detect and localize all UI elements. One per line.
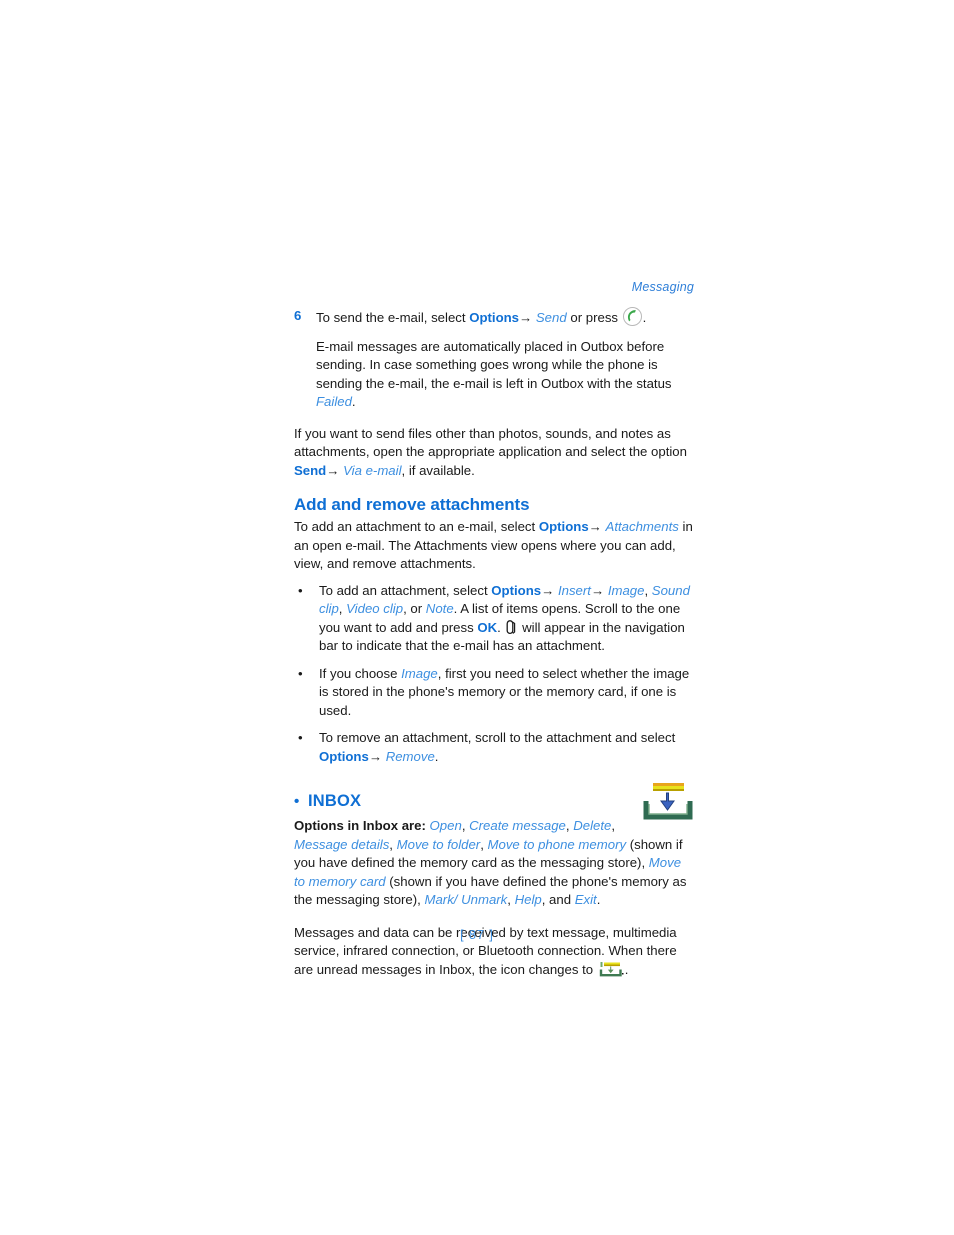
bullet1-text-1: To add an attachment, select [319,582,492,598]
send-command: Send [294,462,327,478]
call-icon [622,307,642,326]
running-header: Messaging [631,280,694,294]
exit-menu-item: Exit [574,892,597,907]
attachment-clip-icon [505,619,516,635]
inbox-unread-icon [598,961,624,978]
mark-unmark-menu-item: Mark/ Unmark [424,892,508,907]
send-menu-item: Send [535,310,567,325]
arrow-glyph: → [326,462,340,478]
insert-menu-item: Insert [557,582,591,598]
attach-note-text-1: If you want to send files other than pho… [294,425,687,460]
bullet-dot: • [298,665,303,681]
ok-command: OK [477,619,498,635]
inbox-icon [642,783,694,823]
move-to-folder-menu-item: Move to folder [396,836,481,852]
list-item: • If you choose Image, first you need to … [294,665,694,721]
arrow-glyph: → [519,310,533,325]
separator: , or [403,601,426,616]
section-intro-paragraph: To add an attachment to an e-mail, selec… [294,518,694,574]
delete-menu-item: Delete [573,818,612,833]
inbox-options-lead: Options in Inbox are: [294,818,430,833]
numbered-step-6: 6 To send the e-mail, select Options→ Se… [294,307,694,412]
step-sub-paragraph: E-mail messages are automatically placed… [316,338,694,412]
step-mid-text: or press [566,310,622,325]
bullet3-text-2: . [434,748,439,764]
page-number: [ 87 ] [460,928,494,942]
image-menu-item: Image [401,665,438,681]
step-number: 6 [294,308,302,323]
section-intro-text-1: To add an attachment to an e-mail, selec… [294,519,539,534]
page-content: Messaging 6 To send the e-mail, select O… [294,280,694,979]
document-page: Messaging 6 To send the e-mail, select O… [0,0,954,1235]
options-command: Options [491,582,542,598]
bullet-dot: • [294,793,300,810]
bullet-dot: • [298,730,303,745]
message-details-menu-item: Message details [294,836,390,852]
arrow-glyph: → [588,519,602,534]
separator: , [480,836,488,852]
options-command: Options [469,310,520,325]
step-lead-text: To send the e-mail, select [316,310,470,325]
step-end-text: . [642,310,647,325]
separator: , and [541,892,575,907]
arrow-glyph: → [368,748,383,764]
attachment-steps-list: • To add an attachment, select Options→ I… [294,582,694,767]
chapter-title: INBOX [308,792,362,810]
via-email-menu-item: Via e-mail [343,462,402,478]
remove-menu-item: Remove [385,748,435,764]
step-sub-text-2: . [351,394,356,409]
inbox-options-paragraph: Options in Inbox are: Open, Create messa… [294,817,694,910]
step-body: To send the e-mail, select Options→ Send… [316,307,694,412]
failed-status: Failed [316,394,352,409]
bullet2-text-1: If you choose [319,665,402,681]
help-menu-item: Help [514,892,542,907]
note-menu-item: Note [425,601,454,616]
separator: , [507,892,515,907]
bullet1-text-3: . [497,619,505,635]
section-heading-add-remove-attachments: Add and remove attachments [294,495,530,514]
separator: , [611,818,616,833]
step-sub-text-1: E-mail messages are automatically placed… [316,338,672,391]
options-command: Options [319,748,369,764]
move-to-phone-memory-menu-item: Move to phone memory [487,836,627,852]
video-clip-menu-item: Video clip [346,601,404,616]
arrow-glyph: → [590,582,605,598]
options-command: Options [538,519,589,534]
step-text: To send the e-mail, select Options→ Send… [316,307,694,328]
list-item: • To add an attachment, select Options→ I… [294,582,694,656]
image-menu-item: Image [607,582,645,598]
list-item: • To remove an attachment, scroll to the … [294,729,694,766]
chapter-heading-inbox: • INBOX [294,792,694,811]
inbox-receive-text-2: . [624,961,629,977]
attachment-note-paragraph: If you want to send files other than pho… [294,425,694,481]
period: . [596,892,601,907]
attach-note-text-2: , if available. [401,462,475,478]
separator: , [644,582,652,598]
create-message-menu-item: Create message [469,818,566,833]
inbox-section-body: Options in Inbox are: Open, Create messa… [294,783,694,979]
bullet3-text-1: To remove an attachment, scroll to the a… [319,730,676,745]
open-menu-item: Open [429,818,462,833]
bullet-dot: • [298,582,303,598]
separator: , [389,836,397,852]
attachments-menu-item: Attachments [605,519,679,534]
arrow-glyph: → [541,582,555,598]
